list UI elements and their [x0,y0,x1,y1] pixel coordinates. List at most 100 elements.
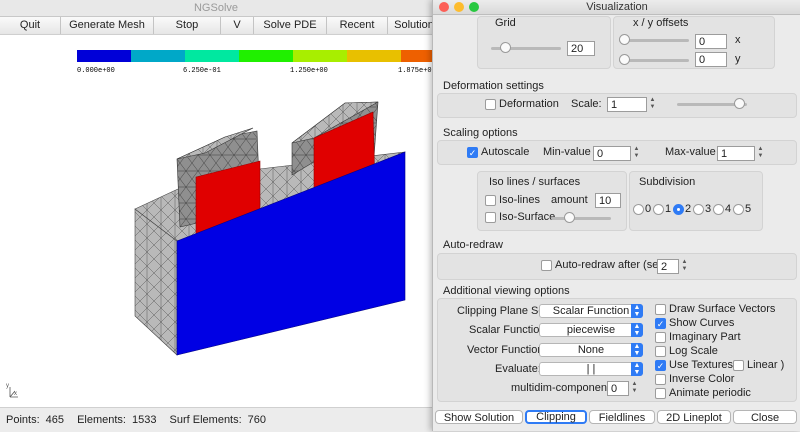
fieldlines-button[interactable]: Fieldlines [589,410,655,424]
ngsolve-title: NGSolve [0,0,432,17]
elements-label: Elements: [77,414,126,426]
imaginary-part-label: Imaginary Part [669,331,741,343]
deformation-section-title: Deformation settings [443,80,544,92]
render-canvas[interactable]: 0.000e+00 6.250e-01 1.250e+00 1.875e+00 [0,35,432,407]
surf-elements-value: 760 [247,414,267,426]
scalar-function-select[interactable]: piecewise ▲ ▼ [539,323,643,337]
menu-stop[interactable]: Stop [154,17,221,34]
subdivision-radio-1[interactable] [653,204,664,215]
zoom-window-icon[interactable] [469,2,479,12]
scale-field[interactable]: 1 [607,97,647,112]
axis-triad-icon: x y [6,383,18,398]
subdivision-label-2: 2 [685,203,692,215]
scalar-function-dropdown-icon[interactable]: ▲ ▼ [631,323,643,337]
vector-function-value: None [577,344,605,356]
linear-checkbox[interactable] [733,360,744,371]
close-button[interactable]: Close [733,410,797,424]
deformation-checkbox[interactable] [485,99,496,110]
menu-generate-mesh[interactable]: Generate Mesh [61,17,154,34]
menu-recent[interactable]: Recent [327,17,388,34]
minimize-window-icon[interactable] [454,2,464,12]
subdivision-radio-2[interactable] [673,204,684,215]
colorbar-segment [77,50,131,62]
ngsolve-menubar: Quit Generate Mesh Stop V Solve PDE Rece… [0,17,440,35]
max-value-field[interactable]: 1 [717,146,755,161]
colorbar-segment [185,50,239,62]
evaluate-select[interactable]: | | ▲ ▼ [539,362,643,376]
iso-slider-track[interactable] [551,217,611,220]
clipping-button[interactable]: Clipping [525,410,587,424]
colorbar-segment [293,50,347,62]
evaluate-label: Evaluate: [495,363,541,375]
max-value-spinner-icon[interactable]: ▲ ▼ [757,146,764,161]
grid-slider-knob[interactable] [500,42,511,53]
y-offset-field[interactable]: 0 [695,52,727,67]
menu-quit[interactable]: Quit [0,17,61,34]
scalar-function-value: piecewise [566,324,616,336]
render-viewport[interactable]: 0.000e+00 6.250e-01 1.250e+00 1.875e+00 [0,35,432,407]
amount-field[interactable]: 10 [595,193,621,208]
subdivision-radio-3[interactable] [693,204,704,215]
y-offset-slider-knob[interactable] [619,54,630,65]
vector-function-select[interactable]: None ▲ ▼ [539,343,643,357]
log-scale-label: Log Scale [669,345,718,357]
colorbar-label-1: 6.250e-01 [183,67,221,75]
draw-surface-vectors-checkbox[interactable] [655,304,666,315]
x-offset-slider-knob[interactable] [619,34,630,45]
multidim-spinner-icon[interactable]: ▲ ▼ [631,381,638,396]
subdivision-radio-4[interactable] [713,204,724,215]
status-bar: Points: 465 Elements: 1533 Surf Elements: 7… [0,407,432,432]
visualization-title-bar: Visualization [433,0,800,15]
inverse-color-label: Inverse Color [669,373,735,385]
autoscale-checkbox[interactable]: ✓ [467,147,478,158]
menu-solve-pde[interactable]: Solve PDE [254,17,327,34]
subdivision-radio-5[interactable] [733,204,744,215]
autoredraw-checkbox[interactable] [541,260,552,271]
show-curves-label: Show Curves [669,317,735,329]
points-value: 465 [45,414,64,426]
y-axis-label: y [735,53,741,65]
evaluate-dropdown-icon[interactable]: ▲ ▼ [631,362,643,376]
x-axis-label: x [735,34,741,46]
2d-lineplot-button[interactable]: 2D Lineplot [657,410,731,424]
autoredraw-section-title: Auto-redraw [443,239,503,251]
subdivision-label-5: 5 [745,203,752,215]
close-window-icon[interactable] [439,2,449,12]
min-value-field[interactable]: 0 [593,146,631,161]
subdivision-title: Subdivision [639,176,696,188]
isosurface-label: Iso-Surface [499,211,556,223]
isosurface-checkbox[interactable] [485,212,496,223]
visualization-window: Visualization Grid 20 x / y offsets 0 x … [432,0,800,431]
inverse-color-checkbox[interactable] [655,374,666,385]
clipping-plane-dropdown-icon[interactable]: ▲ ▼ [631,304,643,318]
iso-slider-knob[interactable] [564,212,575,223]
show-curves-checkbox[interactable]: ✓ [655,318,666,329]
animate-periodic-checkbox[interactable] [655,388,666,399]
isolines-checkbox[interactable] [485,195,496,206]
colorbar-label-3: 1.875e+00 [398,67,432,75]
vector-function-dropdown-icon[interactable]: ▲ ▼ [631,343,643,357]
subdivision-radio-0[interactable] [633,204,644,215]
elements-value: 1533 [131,414,157,426]
menu-v[interactable]: V [221,17,254,34]
grid-value-field[interactable]: 20 [567,41,595,56]
log-scale-checkbox[interactable] [655,346,666,357]
use-textures-checkbox[interactable]: ✓ [655,360,666,371]
x-offset-field[interactable]: 0 [695,34,727,49]
clipping-plane-select[interactable]: Scalar Function ▲ ▼ [539,304,643,318]
multidim-field[interactable]: 0 [607,381,629,396]
show-solution-button[interactable]: Show Solution [435,410,523,424]
scale-slider-knob[interactable] [734,98,745,109]
imaginary-part-checkbox[interactable] [655,332,666,343]
subdivision-label-4: 4 [725,203,732,215]
additional-section-title: Additional viewing options [443,285,570,297]
autoredraw-label: Auto-redraw after (sec) [555,259,668,271]
surf-elements-label: Surf Elements: [169,414,242,426]
isolines-label: Iso-lines [499,194,540,206]
min-value-spinner-icon[interactable]: ▲ ▼ [633,146,640,161]
autoredraw-field[interactable]: 2 [657,259,679,274]
colorbar-segment [239,50,293,62]
scale-spinner-icon[interactable]: ▲ ▼ [649,97,656,112]
amount-label: amount [551,194,588,206]
autoredraw-spinner-icon[interactable]: ▲ ▼ [681,259,688,274]
